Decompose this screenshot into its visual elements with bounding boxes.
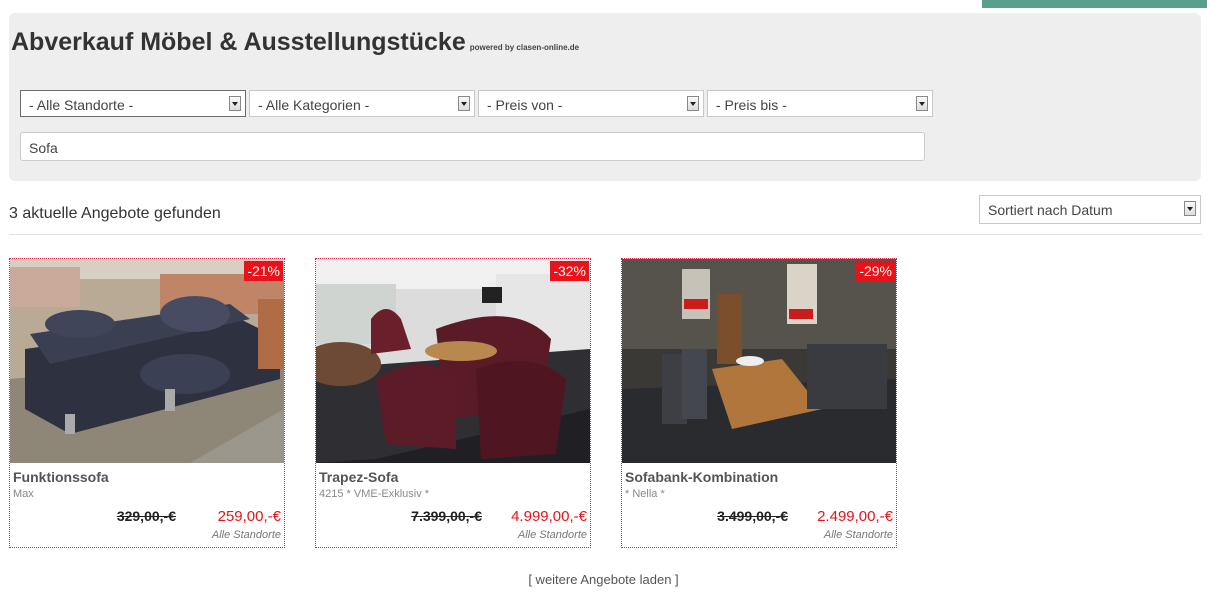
product-subtitle: * Nella * [625, 488, 665, 500]
chevron-down-icon[interactable] [229, 96, 241, 111]
product-subtitle: 4215 * VME-Exklusiv * [319, 488, 430, 500]
discount-badge: -21% [244, 261, 283, 281]
price-to-select[interactable]: - Preis bis - [707, 90, 933, 117]
product-name[interactable]: Trapez-Sofa [319, 469, 398, 485]
product-card[interactable]: -32% Trapez-Sofa 4215 * VME-Exklusiv * 7… [315, 258, 591, 548]
load-more-link[interactable]: [ weitere Angebote laden ] [0, 572, 1207, 587]
product-image[interactable]: -32% [316, 259, 590, 463]
top-corner-tab [982, 0, 1207, 8]
product-subtitle: Max [13, 488, 34, 500]
product-card[interactable]: -21% Funktionssofa Max 329,00,-€ 259,00,… [9, 258, 285, 548]
product-photo-dining-set [622, 259, 896, 463]
product-location: Alle Standorte [823, 529, 893, 541]
price-from-select[interactable]: - Preis von - [478, 90, 704, 117]
product-name[interactable]: Sofabank-Kombination [625, 469, 778, 485]
price-to-select-value: - Preis bis - [716, 97, 787, 113]
powered-by-text: powered by clasen-online.de [469, 43, 580, 52]
chevron-down-icon[interactable] [916, 96, 928, 111]
search-input[interactable]: Sofa [20, 132, 925, 161]
old-price: 3.499,00,-€ [717, 508, 788, 524]
page-title-text: Abverkauf Möbel & Ausstellungstücke [11, 28, 466, 56]
product-image[interactable]: -29% [622, 259, 896, 463]
sort-select[interactable]: Sortiert nach Datum [979, 195, 1201, 224]
product-location: Alle Standorte [517, 529, 587, 541]
chevron-down-icon[interactable] [687, 96, 699, 111]
sort-select-value: Sortiert nach Datum [988, 202, 1113, 218]
location-select-value: - Alle Standorte - [29, 97, 134, 113]
category-select-value: - Alle Kategorien - [258, 97, 370, 113]
new-price: 259,00,-€ [217, 508, 281, 525]
page-title: Abverkauf Möbel & Ausstellungstücke power… [11, 28, 579, 57]
price-from-select-value: - Preis von - [487, 97, 563, 113]
product-name[interactable]: Funktionssofa [13, 469, 109, 485]
product-card[interactable]: -29% Sofabank-Kombination * Nella * 3.49… [621, 258, 897, 548]
old-price: 329,00,-€ [116, 508, 176, 524]
location-select[interactable]: - Alle Standorte - [20, 90, 246, 117]
chevron-down-icon[interactable] [1184, 201, 1196, 216]
new-price: 2.499,00,-€ [817, 508, 893, 525]
old-price: 7.399,00,-€ [411, 508, 482, 524]
discount-badge: -29% [856, 261, 895, 281]
product-photo-sofa [316, 259, 590, 463]
discount-badge: -32% [550, 261, 589, 281]
product-photo-sofa [10, 259, 284, 463]
search-input-value: Sofa [29, 140, 58, 156]
chevron-down-icon[interactable] [458, 96, 470, 111]
results-count: 3 aktuelle Angebote gefunden [9, 205, 221, 222]
new-price: 4.999,00,-€ [511, 508, 587, 525]
product-location: Alle Standorte [211, 529, 281, 541]
divider [9, 234, 1202, 235]
category-select[interactable]: - Alle Kategorien - [249, 90, 475, 117]
product-image[interactable]: -21% [10, 259, 284, 463]
